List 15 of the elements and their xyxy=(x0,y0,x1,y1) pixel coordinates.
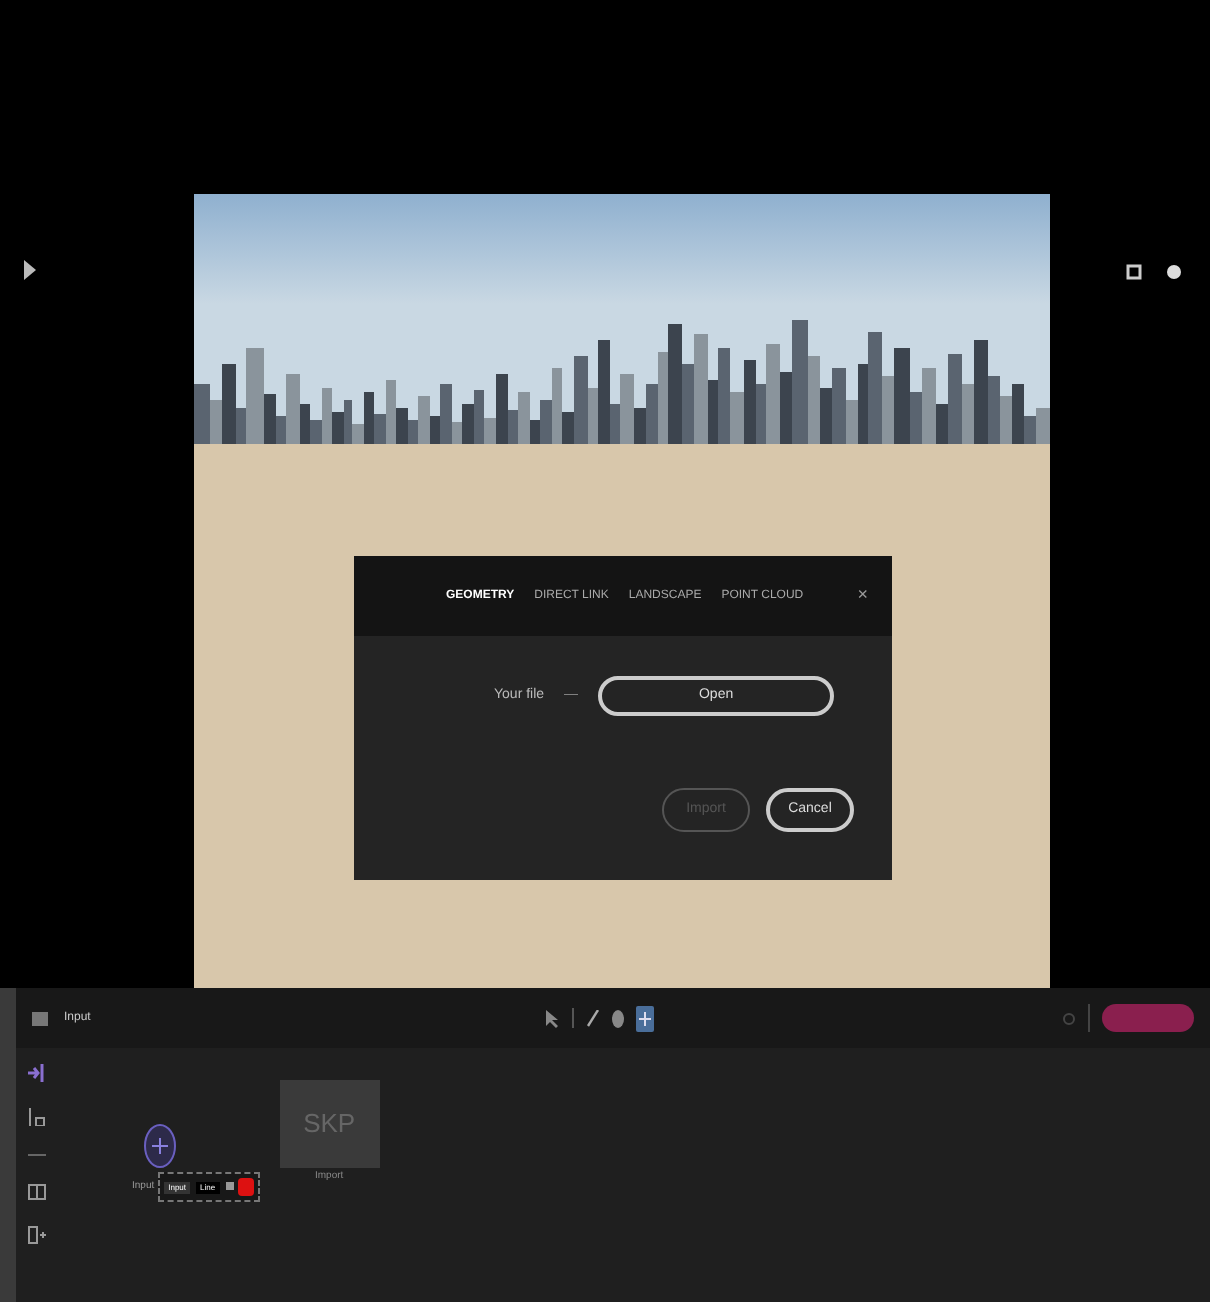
menu-icon[interactable] xyxy=(32,1011,48,1025)
record-icon[interactable] xyxy=(225,1178,254,1196)
export-icon[interactable] xyxy=(27,1226,45,1244)
cursor-icon[interactable] xyxy=(546,1009,561,1027)
panels-icon[interactable] xyxy=(27,1184,45,1200)
add-node-icon[interactable] xyxy=(144,1124,176,1168)
input-icon[interactable] xyxy=(27,1064,45,1082)
sphere-icon[interactable] xyxy=(1166,264,1182,280)
play-icon[interactable] xyxy=(24,260,36,280)
close-button[interactable]: × xyxy=(857,582,868,610)
divider-icon xyxy=(572,1008,575,1028)
line-icon[interactable] xyxy=(27,1152,45,1158)
pen-icon[interactable] xyxy=(586,1009,601,1027)
square-icon[interactable] xyxy=(1126,264,1142,280)
add-icon[interactable] xyxy=(636,1005,655,1031)
